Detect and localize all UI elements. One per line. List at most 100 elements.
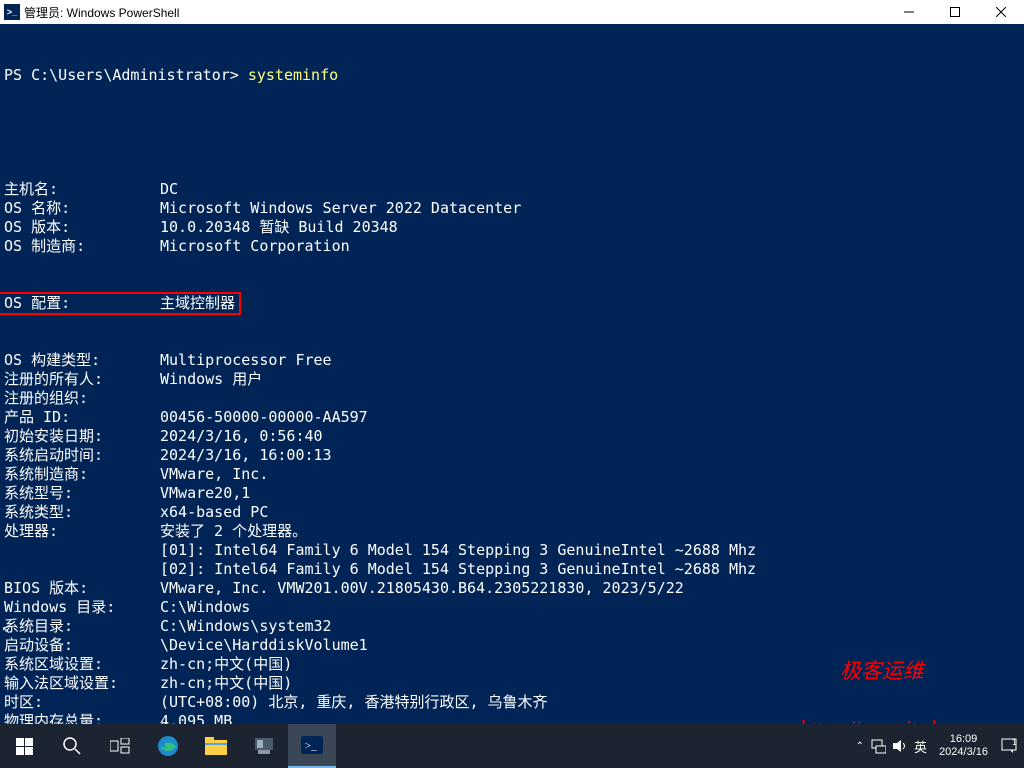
prompt-path: PS C:\Users\Administrator> bbox=[4, 66, 248, 85]
server-manager-taskbar-button[interactable] bbox=[240, 724, 288, 768]
close-icon bbox=[996, 7, 1006, 17]
field-label: OS 版本: bbox=[4, 218, 160, 237]
output-row: [01]: Intel64 Family 6 Model 154 Steppin… bbox=[4, 541, 1020, 560]
field-value: Microsoft Corporation bbox=[160, 237, 350, 256]
field-value: (UTC+08:00) 北京, 重庆, 香港特别行政区, 乌鲁木齐 bbox=[160, 693, 548, 712]
powershell-taskbar-button[interactable]: >_ bbox=[288, 724, 336, 768]
close-button[interactable] bbox=[978, 0, 1024, 24]
start-button[interactable] bbox=[0, 724, 48, 768]
field-label: BIOS 版本: bbox=[4, 579, 160, 598]
powershell-icon: >_ bbox=[301, 736, 323, 754]
field-label: 初始安装日期: bbox=[4, 427, 160, 446]
output-row: 系统制造商:VMware, Inc. bbox=[4, 465, 1020, 484]
field-value: x64-based PC bbox=[160, 503, 268, 522]
output-row: [02]: Intel64 Family 6 Model 154 Steppin… bbox=[4, 560, 1020, 579]
os-config-label: OS 配置: bbox=[4, 294, 160, 313]
clock-date: 2024/3/16 bbox=[939, 746, 988, 759]
field-value: Microsoft Windows Server 2022 Datacenter bbox=[160, 199, 521, 218]
minimize-icon bbox=[904, 7, 914, 17]
tray-chevron-up-icon[interactable]: ⌃ bbox=[856, 741, 864, 752]
field-label: 产品 ID: bbox=[4, 408, 160, 427]
field-value: C:\Windows\system32 bbox=[160, 617, 332, 636]
os-config-value: 主域控制器 bbox=[160, 294, 235, 313]
field-value: 2024/3/16, 0:56:40 bbox=[160, 427, 323, 446]
field-value: VMware, Inc. bbox=[160, 465, 268, 484]
field-value: 安装了 2 个处理器。 bbox=[160, 522, 307, 541]
output-row: 处理器:安装了 2 个处理器。 bbox=[4, 522, 1020, 541]
maximize-button[interactable] bbox=[932, 0, 978, 24]
output-row: Windows 目录:C:\Windows bbox=[4, 598, 1020, 617]
field-label: 系统类型: bbox=[4, 503, 160, 522]
svg-text:>_: >_ bbox=[305, 740, 317, 752]
prompt-line: PS C:\Users\Administrator> systeminfo bbox=[4, 66, 1020, 85]
field-label: 输入法区域设置: bbox=[4, 674, 160, 693]
notifications-icon[interactable]: 1 bbox=[1000, 737, 1018, 755]
output-row: 主机名:DC bbox=[4, 180, 1020, 199]
field-value: VMware, Inc. VMW201.00V.21805430.B64.230… bbox=[160, 579, 684, 598]
ime-indicator[interactable]: 英 bbox=[914, 737, 927, 756]
search-button[interactable] bbox=[48, 724, 96, 768]
field-value: 00456-50000-00000-AA597 bbox=[160, 408, 368, 427]
field-value: C:\Windows bbox=[160, 598, 250, 617]
watermark: 极客运维 https://www.itwk.cc bbox=[800, 624, 964, 724]
output-row: OS 制造商:Microsoft Corporation bbox=[4, 237, 1020, 256]
field-label: OS 构建类型: bbox=[4, 351, 160, 370]
field-value: [01]: Intel64 Family 6 Model 154 Steppin… bbox=[160, 541, 756, 560]
output-row: BIOS 版本:VMware, Inc. VMW201.00V.21805430… bbox=[4, 579, 1020, 598]
field-label: 系统目录: bbox=[4, 617, 160, 636]
windows-icon bbox=[16, 738, 33, 755]
field-label: 系统型号: bbox=[4, 484, 160, 503]
prompt-command: systeminfo bbox=[248, 66, 338, 85]
field-value: DC bbox=[160, 180, 178, 199]
field-label bbox=[4, 560, 160, 579]
folder-icon bbox=[205, 737, 227, 755]
server-manager-icon bbox=[253, 736, 275, 756]
network-icon[interactable] bbox=[870, 738, 886, 754]
highlighted-row-os-config: OS 配置:主域控制器 bbox=[4, 294, 1020, 313]
output-row: 初始安装日期:2024/3/16, 0:56:40 bbox=[4, 427, 1020, 446]
field-label: 处理器: bbox=[4, 522, 160, 541]
app-icon: >_ bbox=[4, 4, 20, 20]
field-value: Windows 用户 bbox=[160, 370, 262, 389]
clock-time: 16:09 bbox=[939, 733, 988, 746]
edge-taskbar-button[interactable] bbox=[144, 724, 192, 768]
task-view-icon bbox=[110, 738, 130, 754]
clock[interactable]: 16:09 2024/3/16 bbox=[933, 733, 994, 759]
field-label: 启动设备: bbox=[4, 636, 160, 655]
field-value: 10.0.20348 暂缺 Build 20348 bbox=[160, 218, 398, 237]
field-value: Multiprocessor Free bbox=[160, 351, 332, 370]
field-value: 2024/3/16, 16:00:13 bbox=[160, 446, 332, 465]
field-label: 物理内存总量: bbox=[4, 712, 160, 724]
minimize-button[interactable] bbox=[886, 0, 932, 24]
svg-text:1: 1 bbox=[1012, 738, 1017, 747]
output-row: 注册的组织: bbox=[4, 389, 1020, 408]
terminal-pane[interactable]: PS C:\Users\Administrator> systeminfo 主机… bbox=[0, 24, 1024, 724]
output-row: 系统启动时间:2024/3/16, 16:00:13 bbox=[4, 446, 1020, 465]
watermark-text: 极客运维 bbox=[800, 662, 964, 681]
field-label bbox=[4, 541, 160, 560]
search-icon bbox=[62, 736, 82, 756]
field-value: [02]: Intel64 Family 6 Model 154 Steppin… bbox=[160, 560, 756, 579]
field-label: 系统启动时间: bbox=[4, 446, 160, 465]
task-view-button[interactable] bbox=[96, 724, 144, 768]
field-value: zh-cn;中文(中国) bbox=[160, 655, 292, 674]
output-row: 系统类型:x64-based PC bbox=[4, 503, 1020, 522]
output-row: OS 名称:Microsoft Windows Server 2022 Data… bbox=[4, 199, 1020, 218]
field-label: 系统区域设置: bbox=[4, 655, 160, 674]
volume-icon[interactable] bbox=[892, 739, 908, 753]
field-label: Windows 目录: bbox=[4, 598, 160, 617]
field-value: 4,095 MB bbox=[160, 712, 232, 724]
output-row: 产品 ID:00456-50000-00000-AA597 bbox=[4, 408, 1020, 427]
field-label: 系统制造商: bbox=[4, 465, 160, 484]
output-row: OS 构建类型:Multiprocessor Free bbox=[4, 351, 1020, 370]
field-label: 注册的组织: bbox=[4, 389, 160, 408]
field-label: 注册的所有人: bbox=[4, 370, 160, 389]
field-label: OS 制造商: bbox=[4, 237, 160, 256]
field-value: zh-cn;中文(中国) bbox=[160, 674, 292, 693]
maximize-icon bbox=[950, 7, 960, 17]
taskbar: >_ ⌃ 英 16:09 2024/3/16 1 bbox=[0, 724, 1024, 768]
system-tray: ⌃ 英 16:09 2024/3/16 1 bbox=[856, 733, 1024, 759]
field-value: \Device\HarddiskVolume1 bbox=[160, 636, 368, 655]
field-value: VMware20,1 bbox=[160, 484, 250, 503]
explorer-taskbar-button[interactable] bbox=[192, 724, 240, 768]
